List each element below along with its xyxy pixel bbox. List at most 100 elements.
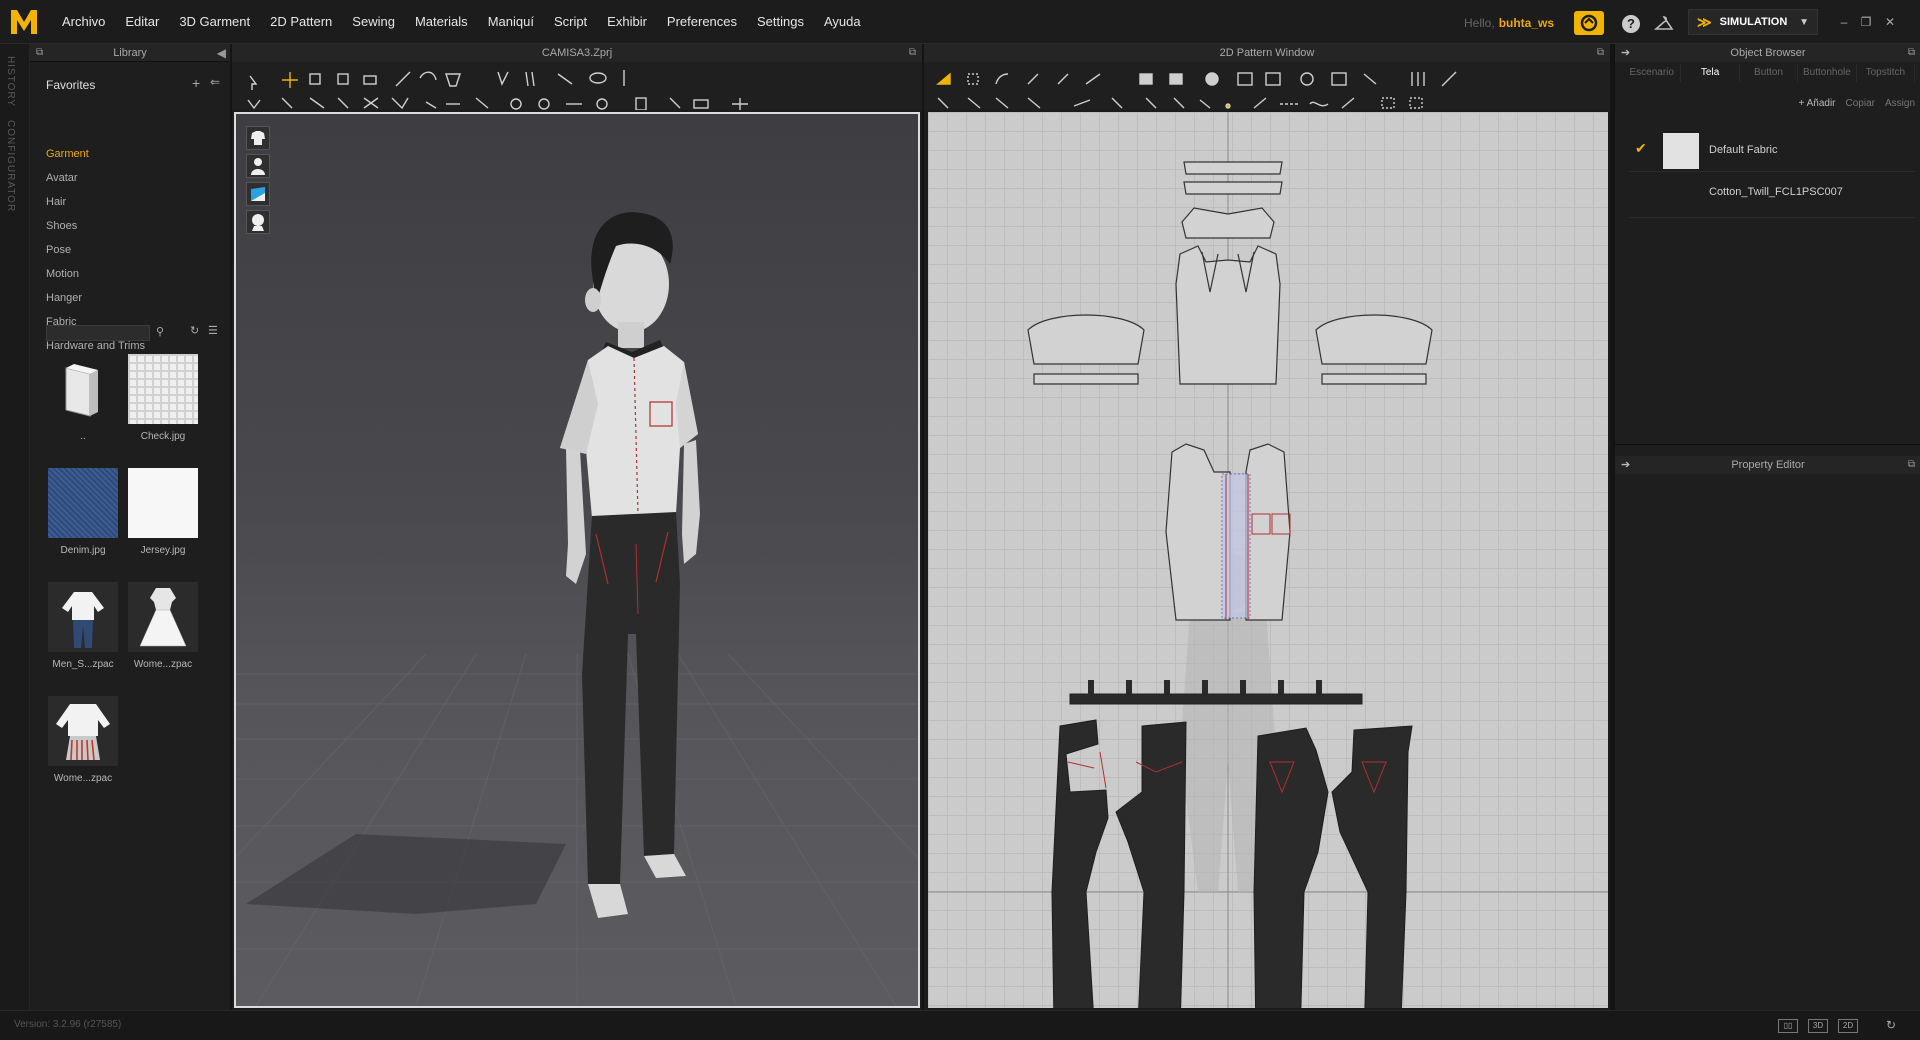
pattern-canvas[interactable]: [928, 112, 1608, 1008]
library-title: Library: [113, 47, 147, 59]
popout-icon[interactable]: ⧉: [1908, 456, 1915, 474]
library-item-shoes[interactable]: Shoes: [46, 220, 77, 232]
library-item-hair[interactable]: Hair: [46, 196, 66, 208]
simulation-mode-button[interactable]: ≫ SIMULATION ▼: [1688, 9, 1818, 35]
transform-icon: [337, 73, 349, 85]
fabric-name: Default Fabric: [1709, 144, 1778, 156]
popout-icon[interactable]: ⧉: [1908, 44, 1915, 62]
edit-point-icon: [967, 73, 979, 85]
main-menu: Archivo Editar 3D Garment 2D Pattern Sewing M…: [52, 0, 871, 44]
menu-sewing[interactable]: Sewing: [342, 0, 405, 44]
menu-maniqu-[interactable]: Maniquí: [478, 0, 544, 44]
close-icon[interactable]: ✕: [1882, 14, 1898, 30]
menu-3d-garment[interactable]: 3D Garment: [169, 0, 260, 44]
list-view-icon[interactable]: ☰: [208, 324, 218, 337]
menu-archivo[interactable]: Archivo: [52, 0, 115, 44]
back-arrow-icon[interactable]: ⇐: [210, 75, 220, 89]
copy-fabric-button[interactable]: Copiar: [1846, 98, 1875, 114]
add-fabric-button[interactable]: + Añadir: [1799, 98, 1836, 114]
add-favorite-icon[interactable]: +: [192, 75, 200, 91]
arrow-right-icon[interactable]: ➔: [1621, 456, 1630, 474]
pin-icon: [445, 73, 461, 87]
denim-fabric-thumb[interactable]: [48, 468, 118, 538]
check-fabric-thumb[interactable]: [128, 354, 198, 424]
tab-history[interactable]: HISTORY: [5, 56, 16, 107]
popout-icon[interactable]: ⧉: [1597, 44, 1604, 62]
menu-settings[interactable]: Settings: [747, 0, 814, 44]
tab-buttonhole[interactable]: Buttonhole: [1798, 64, 1857, 82]
menu-preferences[interactable]: Preferences: [657, 0, 747, 44]
button-icon: [510, 98, 522, 110]
library-item-garment[interactable]: Garment: [46, 148, 89, 160]
menu-2d-pattern[interactable]: 2D Pattern: [260, 0, 342, 44]
tack-icon: [419, 71, 437, 81]
menu-materials[interactable]: Materials: [405, 0, 478, 44]
arrange-icon: [1381, 97, 1395, 109]
popout-icon[interactable]: ⧉: [36, 44, 43, 62]
jersey-fabric-thumb[interactable]: [128, 468, 198, 538]
fabric-row[interactable]: Cotton_Twill_FCL1PSC007: [1629, 174, 1915, 218]
men-garment-thumb[interactable]: [48, 582, 118, 652]
app-window: Archivo Editar 3D Garment 2D Pattern Sewing M…: [0, 0, 1920, 1040]
tab-configurator[interactable]: CONFIGURATOR: [5, 120, 16, 212]
cloud-button[interactable]: [1574, 11, 1604, 35]
collapse-left-icon[interactable]: ◀: [217, 44, 226, 62]
library-item-hanger[interactable]: Hanger: [46, 292, 82, 304]
hanger-icon[interactable]: [1653, 15, 1674, 33]
polygon-icon: [1139, 73, 1153, 85]
refresh-icon[interactable]: ↻: [190, 324, 199, 337]
menu-script[interactable]: Script: [544, 0, 597, 44]
thumb-label: Jersey.jpg: [140, 545, 186, 556]
restore-icon[interactable]: ❐: [1858, 14, 1874, 30]
women-garment-thumb[interactable]: [128, 582, 198, 652]
menu-editar[interactable]: Editar: [115, 0, 169, 44]
transform-texture-icon: [669, 97, 681, 109]
avatar-figure: [560, 212, 700, 918]
library-item-avatar[interactable]: Avatar: [46, 172, 78, 184]
menu-exhibir[interactable]: Exhibir: [597, 0, 657, 44]
popout-icon[interactable]: ⧉: [909, 44, 916, 62]
object-browser-header: ➔ Object Browser ⧉: [1615, 44, 1920, 62]
scene-3d: [236, 212, 918, 1006]
minimize-icon[interactable]: –: [1836, 14, 1852, 30]
layout-icon[interactable]: ▯▯: [1778, 1019, 1798, 1033]
tab-topstitch[interactable]: Topstitch: [1857, 64, 1916, 82]
view-2d-button[interactable]: 2D: [1838, 1019, 1858, 1033]
refresh-icon[interactable]: ↻: [1886, 1018, 1896, 1032]
box-select-icon: [309, 73, 321, 85]
viewport-3d-panel: CAMISA3.Zprj ⧉: [232, 44, 922, 1010]
trace-icon: [1253, 97, 1267, 109]
username[interactable]: buhta_ws: [1499, 16, 1554, 30]
check-icon: ✔: [1635, 140, 1647, 156]
chevron-down-icon[interactable]: ▼: [1799, 17, 1809, 28]
library-item-motion[interactable]: Motion: [46, 268, 79, 280]
pattern-window-header: 2D Pattern Window ⧉: [924, 44, 1610, 62]
check-sewing-icon: [1027, 97, 1041, 109]
assign-fabric-button[interactable]: Assign: [1885, 98, 1915, 114]
library-item-pose[interactable]: Pose: [46, 244, 71, 256]
fabric-row[interactable]: ✔ Default Fabric: [1629, 128, 1915, 172]
tab-escenario[interactable]: Escenario: [1623, 64, 1682, 82]
side-tabs: HISTORY CONFIGURATOR: [0, 44, 30, 1010]
internal-line-icon: [1085, 73, 1101, 85]
menu-ayuda[interactable]: Ayuda: [814, 0, 871, 44]
arrow-right-icon[interactable]: ➔: [1621, 44, 1630, 62]
folder-icon[interactable]: [48, 354, 118, 424]
view-3d-button[interactable]: 3D: [1808, 1019, 1828, 1033]
measure-icon: [497, 71, 509, 86]
measure-2d-icon: [1409, 97, 1423, 109]
version-text: Version: 3.2.96 (r27585): [14, 1019, 122, 1030]
women-garment-thumb[interactable]: [48, 696, 118, 766]
tab-button[interactable]: Button: [1740, 64, 1799, 82]
circle-icon: [1205, 72, 1219, 86]
help-icon[interactable]: ?: [1622, 15, 1640, 33]
sewing-3d-icon: [1145, 97, 1157, 109]
search-icon[interactable]: ⚲: [156, 325, 164, 338]
viewport-3d[interactable]: [234, 112, 920, 1008]
property-editor-header: ➔ Property Editor ⧉: [1615, 456, 1920, 474]
edit-pattern-icon: [936, 72, 951, 85]
library-item-hardware-and-trims[interactable]: Hardware and Trims: [46, 340, 145, 352]
tab-tela[interactable]: Tela: [1681, 64, 1740, 82]
lasso-icon: [589, 72, 607, 84]
library-search-input[interactable]: [46, 325, 150, 341]
